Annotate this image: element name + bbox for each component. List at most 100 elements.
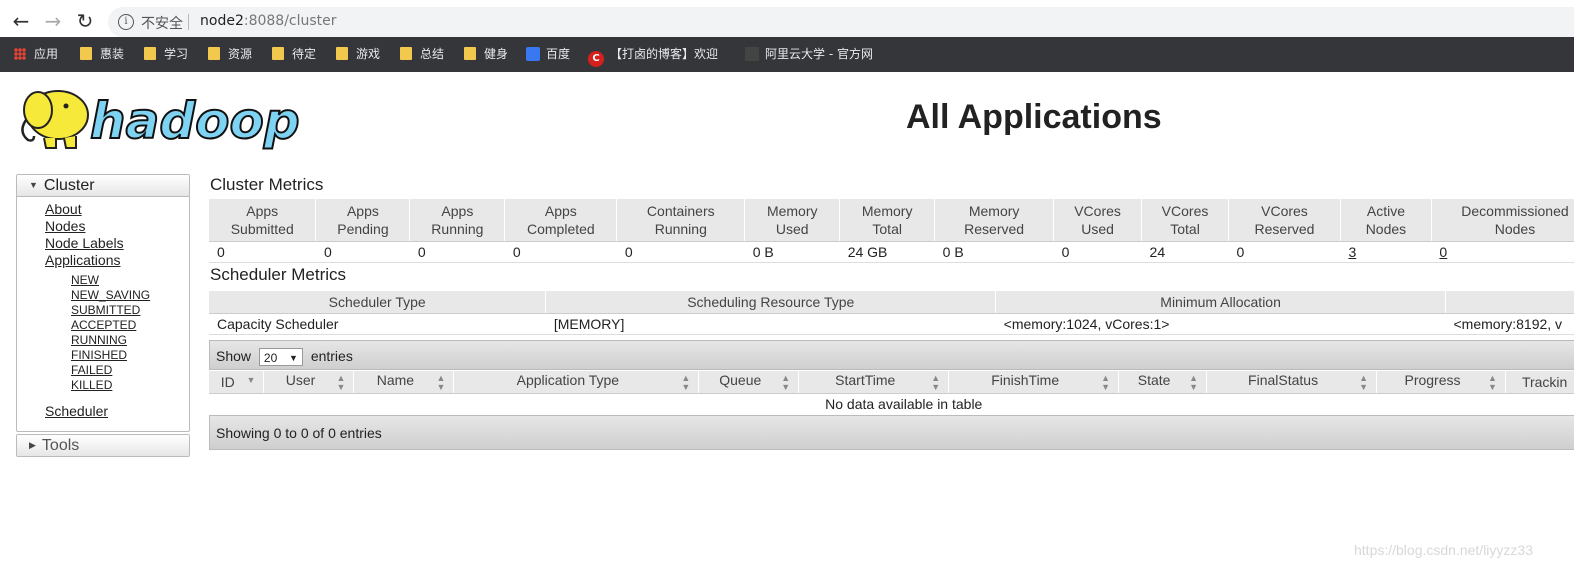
apps-grid-icon	[14, 48, 26, 60]
header-line: Total	[872, 220, 902, 237]
table-row: No data available in table	[209, 393, 1574, 416]
bookmark-label: 【打卤的博客】欢迎	[610, 47, 719, 61]
table-cell: <memory:8192, v	[1445, 313, 1574, 335]
sidebar-tools-header[interactable]: ▶ Tools	[17, 435, 189, 456]
bookmark-baidu[interactable]: 百度	[526, 45, 570, 63]
sidebar-link-about[interactable]: About	[17, 201, 189, 218]
bookmark-folder[interactable]: 游戏	[336, 45, 380, 63]
sort-icon: ▲ ▼	[931, 373, 941, 393]
col-queue[interactable]: Queue ▲ ▼	[698, 371, 800, 394]
header-line: Completed	[526, 220, 595, 237]
col-tracking[interactable]: Trackin	[1505, 371, 1574, 394]
col-progress[interactable]: Progress ▲ ▼	[1376, 371, 1506, 394]
col-maximum-allocation	[1445, 291, 1574, 314]
header-line: Active	[1366, 202, 1405, 219]
table-cell: 0	[1053, 241, 1142, 263]
datatable-info-bar: Showing 0 to 0 of 0 entries	[209, 415, 1574, 450]
bookmark-aliyun[interactable]: 阿里云大学 - 官方网	[745, 45, 873, 63]
table-row: 0 0 0 0 0 0 B 24 GB 0 B 0 24 0 3 0	[209, 241, 1574, 263]
bookmark-folder[interactable]: 惠装	[80, 45, 124, 63]
header-line: Nodes	[1365, 220, 1407, 237]
col-memory-used: Memory Used	[744, 199, 841, 242]
table-header-row: ID ▼ User ▲ ▼ Name ▲ ▼ Application Type ▲ ▼ Que…	[209, 371, 1574, 394]
sidebar-state-new-saving[interactable]: NEW_SAVING	[17, 288, 189, 303]
address-bar[interactable]: i 不安全 node2:8088/cluster	[108, 7, 1574, 37]
sidebar-state-submitted[interactable]: SUBMITTED	[17, 303, 189, 318]
header-line: Reserved	[964, 220, 1025, 237]
bookmark-csdn[interactable]: C 【打卤的博客】欢迎	[588, 45, 719, 67]
url-path: :8088/cluster	[243, 13, 337, 29]
bookmark-label: 待定	[292, 47, 317, 61]
sidebar-link-applications[interactable]: Applications	[17, 252, 189, 269]
page-size-value: 20	[263, 351, 278, 366]
datatable-info: Showing 0 to 0 of 0 entries	[216, 425, 382, 441]
sort-icon: ▲ ▼	[781, 373, 791, 393]
sidebar-cluster-header[interactable]: ▼ Cluster	[17, 175, 189, 197]
header-line: Memory	[861, 202, 913, 219]
bookmark-folder[interactable]: 总结	[400, 45, 444, 63]
table-header-row: Scheduler Type Scheduling Resource Type …	[209, 291, 1574, 314]
sidebar-link-node-labels[interactable]: Node Labels	[17, 235, 189, 252]
col-start-time[interactable]: StartTime ▲ ▼	[798, 371, 950, 394]
col-minimum-allocation: Minimum Allocation	[995, 291, 1446, 314]
header-line: Apps	[346, 202, 379, 219]
bookmark-folder[interactable]: 学习	[144, 45, 188, 63]
table-cell: 0	[409, 241, 505, 263]
bookmark-folder[interactable]: 资源	[208, 45, 252, 63]
col-name[interactable]: Name ▲ ▼	[353, 371, 455, 394]
url-host: node2	[200, 13, 244, 29]
col-application-type[interactable]: Application Type ▲ ▼	[453, 371, 700, 394]
header-line: Apps	[441, 202, 474, 219]
csdn-icon: C	[588, 51, 604, 67]
divider	[188, 14, 189, 30]
forward-icon[interactable]: →	[42, 10, 64, 32]
reload-icon[interactable]: ↻	[74, 10, 96, 32]
sidebar-state-killed[interactable]: KILLED	[17, 378, 189, 393]
col-state[interactable]: State ▲ ▼	[1118, 371, 1208, 394]
info-icon[interactable]: i	[118, 14, 134, 30]
page-size-select[interactable]: 20 ▼	[258, 348, 303, 367]
header-line: Decommissioned	[1461, 202, 1569, 219]
sidebar-state-finished[interactable]: FINISHED	[17, 348, 189, 363]
active-nodes-link[interactable]: 3	[1348, 244, 1356, 260]
bookmark-label: 学习	[164, 47, 189, 61]
col-apps-completed: Apps Completed	[504, 199, 618, 242]
page-title: All Applications	[906, 98, 1162, 136]
sidebar-state-accepted[interactable]: ACCEPTED	[17, 318, 189, 333]
column-label: FinalStatus	[1248, 372, 1319, 389]
table-cell: 0 B	[934, 241, 1054, 263]
sidebar-link-nodes[interactable]: Nodes	[17, 218, 189, 235]
cluster-metrics-table: Apps Submitted Apps Pending Apps Running Ap…	[209, 199, 1574, 263]
header-line: Apps	[246, 202, 279, 219]
col-finish-time[interactable]: FinishTime ▲ ▼	[948, 371, 1120, 394]
bookmark-label: 总结	[420, 47, 445, 61]
sidebar-link-scheduler[interactable]: Scheduler	[17, 403, 189, 420]
bookmark-folder[interactable]: 待定	[272, 45, 316, 63]
sidebar-state-failed[interactable]: FAILED	[17, 363, 189, 378]
url-text[interactable]: node2:8088/cluster	[200, 13, 337, 29]
table-cell: 0	[1431, 241, 1574, 263]
sidebar-state-new[interactable]: NEW	[17, 273, 189, 288]
bookmark-label: 阿里云大学 - 官方网	[765, 47, 873, 61]
sidebar-state-running[interactable]: RUNNING	[17, 333, 189, 348]
sort-icon: ▲ ▼	[1359, 373, 1368, 393]
hadoop-logo: hadoop	[16, 80, 316, 155]
back-icon[interactable]: ←	[10, 10, 32, 32]
header-line: VCores	[1261, 202, 1308, 219]
sort-icon: ▲ ▼	[336, 373, 346, 393]
header-line: Used	[1081, 220, 1114, 237]
decommissioned-nodes-link[interactable]: 0	[1439, 244, 1447, 260]
empty-table-message: No data available in table	[209, 393, 1574, 416]
elephant-icon	[21, 90, 89, 149]
col-final-status[interactable]: FinalStatus ▲ ▼	[1206, 371, 1377, 394]
col-decommissioned-nodes: Decommissioned Nodes	[1431, 199, 1574, 242]
column-label: Application Type	[516, 372, 620, 389]
col-id[interactable]: ID ▼	[209, 371, 265, 394]
chevron-down-icon: ▼	[289, 353, 298, 364]
col-user[interactable]: User ▲ ▼	[263, 371, 355, 394]
column-label: User	[285, 372, 316, 389]
table-cell: 24 GB	[839, 241, 935, 263]
bookmark-apps[interactable]: 应用	[14, 45, 58, 63]
table-header-row: Apps Submitted Apps Pending Apps Running Ap…	[209, 199, 1574, 242]
bookmark-folder[interactable]: 健身	[464, 45, 508, 63]
